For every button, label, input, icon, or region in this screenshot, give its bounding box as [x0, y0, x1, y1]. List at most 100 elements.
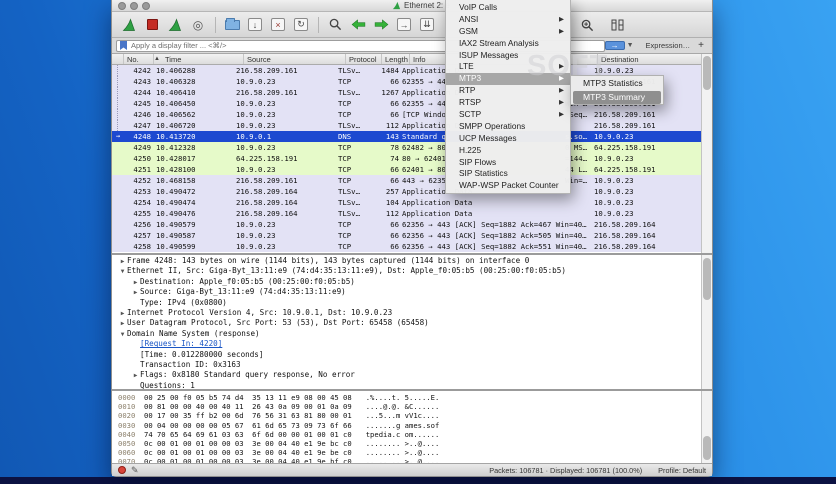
zoom-window-button[interactable] — [142, 2, 150, 10]
detail-line[interactable]: Transaction ID: 0x3163 — [112, 360, 712, 370]
expert-info-icon[interactable] — [118, 466, 126, 474]
detail-line[interactable]: [Request In: 4220] — [112, 339, 712, 349]
restart-capture-icon[interactable] — [164, 16, 186, 34]
detail-line[interactable]: ▶ User Datagram Protocol, Src Port: 53 (5… — [112, 318, 712, 328]
column-header-source[interactable]: Source — [244, 54, 346, 64]
column-header-time[interactable]: Time — [162, 54, 244, 64]
menu-item-h-225[interactable]: H.225 — [446, 145, 570, 157]
column-header-protocol[interactable]: Protocol — [346, 54, 382, 64]
request-in-link[interactable]: [Request In: 4220] — [140, 339, 222, 348]
detail-line[interactable]: Questions: 1 — [112, 381, 712, 389]
menu-item-ucp-messages[interactable]: UCP Messages — [446, 133, 570, 145]
filter-bookmark-icon[interactable] — [120, 41, 127, 50]
title-bar[interactable]: Ethernet 2: e — [112, 0, 712, 12]
menu-item-label: SIP Flows — [459, 156, 497, 167]
packet-row-4251[interactable]: 4251 10.428100 10.9.0.23 TCP 66 62401 → 80 44 … — [112, 164, 712, 175]
close-capture-icon[interactable]: × — [267, 16, 289, 34]
packet-list-scroll-thumb[interactable] — [703, 56, 711, 90]
packet-len: 112 — [385, 121, 399, 130]
packet-no: 4248 — [133, 132, 151, 141]
expand-toggle-icon[interactable]: ▼ — [118, 267, 127, 277]
menu-item-voip-calls[interactable]: VoIP Calls — [446, 2, 570, 14]
capture-options-icon[interactable]: ◎ — [187, 16, 209, 34]
profile-label[interactable]: Profile: Default — [658, 466, 706, 475]
menu-item-isup-messages[interactable]: ISUP Messages — [446, 50, 570, 62]
menu-item-sip-statistics[interactable]: SIP Statistics — [446, 168, 570, 180]
submenu-item-mtp3-summary[interactable]: MTP3 Summary — [573, 90, 661, 104]
expand-toggle-icon[interactable]: ▼ — [118, 330, 127, 340]
menu-item-sctp[interactable]: SCTP ▶ — [446, 109, 570, 121]
hex-scrollbar[interactable] — [701, 391, 712, 463]
capture-comment-icon[interactable]: ✎ — [131, 465, 139, 476]
start-capture-icon[interactable] — [118, 16, 140, 34]
stop-capture-icon[interactable] — [141, 16, 163, 34]
detail-line[interactable]: ▼ Domain Name System (response) — [112, 329, 712, 339]
menu-item-ansi[interactable]: ANSI ▶ — [446, 14, 570, 26]
menu-item-rtsp[interactable]: RTSP ▶ — [446, 97, 570, 109]
go-back-icon[interactable] — [347, 16, 369, 34]
detail-line[interactable]: ▶ Source: Giga-Byt_13:11:e9 (74:d4:35:13:… — [112, 287, 712, 297]
add-filter-button[interactable]: + — [698, 40, 704, 51]
menu-item-iax2-stream-analysis[interactable]: IAX2 Stream Analysis — [446, 38, 570, 50]
packet-row-4253[interactable]: 4253 10.490472 216.58.209.164 TLSv… 257 Appli… — [112, 186, 712, 197]
hex-scroll-thumb[interactable] — [703, 436, 711, 460]
zoom-in-icon[interactable] — [576, 16, 598, 34]
menu-item-sip-flows[interactable]: SIP Flows — [446, 157, 570, 169]
packet-bytes-pane[interactable]: 0000 00 25 00 f0 05 b5 74 d4 35 13 11 e9 … — [112, 389, 712, 463]
detail-line[interactable]: ▶ Destination: Apple_f0:05:b5 (00:25:00:f… — [112, 277, 712, 287]
packet-row-4255[interactable]: 4255 10.490476 216.58.209.164 TLSv… 112 Appli… — [112, 208, 712, 219]
packet-gutter — [112, 230, 124, 241]
menu-item-wap-wsp-packet-counter[interactable]: WAP-WSP Packet Counter — [446, 180, 570, 192]
packet-no: 4256 — [133, 220, 151, 229]
detail-line[interactable]: ▼ Ethernet II, Src: Giga-Byt_13:11:e9 (74… — [112, 266, 712, 276]
menu-item-lte[interactable]: LTE ▶ — [446, 61, 570, 73]
save-capture-icon[interactable]: ↓ — [244, 16, 266, 34]
go-to-packet-icon[interactable]: → — [393, 16, 415, 34]
find-packet-icon[interactable] — [324, 16, 346, 34]
menu-item-rtp[interactable]: RTP ▶ — [446, 85, 570, 97]
go-forward-icon[interactable] — [370, 16, 392, 34]
details-scrollbar[interactable] — [701, 255, 712, 389]
packet-row-4257[interactable]: 4257 10.490587 10.9.0.23 TCP 66 62356 → 443 [… — [112, 230, 712, 241]
close-window-button[interactable] — [118, 2, 126, 10]
column-header-length[interactable]: Length — [382, 54, 410, 64]
reload-capture-icon[interactable]: ↻ — [290, 16, 312, 34]
packet-row-4258[interactable]: 4258 10.490599 10.9.0.23 TCP 66 62356 → 443 [… — [112, 241, 712, 252]
detail-line[interactable]: ▶ Internet Protocol Version 4, Src: 10.9.… — [112, 308, 712, 318]
resize-columns-icon[interactable] — [607, 16, 629, 34]
packet-details-pane[interactable]: ▶ Frame 4248: 143 bytes on wire (1144 bit… — [112, 253, 712, 389]
apply-filter-button[interactable]: → — [604, 41, 625, 50]
submenu-item-mtp3-statistics[interactable]: MTP3 Statistics — [573, 77, 661, 91]
packet-row-4254[interactable]: 4254 10.490474 216.58.209.164 TLSv… 104 Appli… — [112, 197, 712, 208]
packet-row-4250[interactable]: 4250 10.428017 64.225.158.191 TCP 74 80 → 624… — [112, 153, 712, 164]
packet-gutter — [112, 175, 124, 186]
column-header-destination[interactable]: Destination — [598, 54, 712, 64]
detail-line[interactable]: ▶ Frame 4248: 143 bytes on wire (1144 bit… — [112, 256, 712, 266]
packet-row-4246[interactable]: 4246 10.406562 10.9.0.23 TCP 66 [TCP Windo Seq… — [112, 109, 712, 120]
packet-row-4252[interactable]: 4252 10.468158 216.58.209.161 TCP 66 443 → 62… — [112, 175, 712, 186]
column-header-no[interactable]: No. — [124, 54, 154, 64]
auto-scroll-icon[interactable]: ⇊ — [416, 16, 438, 34]
packet-row-4247[interactable]: 4247 10.406720 10.9.0.23 TLSv… 112 Applicatio… — [112, 120, 712, 131]
packet-info-text: Application Data — [402, 209, 473, 218]
packet-row-4256[interactable]: 4256 10.490579 10.9.0.23 TCP 66 62356 → 443 [… — [112, 219, 712, 230]
packet-row-4249[interactable]: 4249 10.412328 10.9.0.23 TCP 78 62482 → 80 0 M… — [112, 142, 712, 153]
open-capture-icon[interactable] — [221, 16, 243, 34]
menu-item-mtp3[interactable]: MTP3 ▶ — [446, 73, 570, 86]
hex-offset: 0020 — [118, 411, 136, 421]
packet-row-4248[interactable]: → 4248 10.413720 10.9.0.1 DNS 143 Standard q s.… — [112, 131, 712, 142]
menu-item-gsm[interactable]: GSM ▶ — [446, 26, 570, 38]
minimize-window-button[interactable] — [130, 2, 138, 10]
detail-line[interactable]: [Time: 0.012280000 seconds] — [112, 350, 712, 360]
packet-list-scrollbar[interactable] — [701, 54, 712, 253]
expression-button[interactable]: Expression… — [646, 41, 691, 50]
details-scroll-thumb[interactable] — [703, 258, 711, 300]
packet-time: 10.468158 — [156, 176, 196, 185]
packet-destination: 216.58.209.164 — [594, 231, 656, 240]
detail-line[interactable]: Type: IPv4 (0x0800) — [112, 298, 712, 308]
detail-line[interactable]: ▶ Flags: 0x8180 Standard query response, … — [112, 370, 712, 380]
packet-len: 143 — [385, 132, 399, 141]
desktop-bottom-strip — [0, 477, 836, 484]
filter-history-caret-icon[interactable]: ▼ — [627, 42, 634, 49]
menu-item-smpp-operations[interactable]: SMPP Operations — [446, 121, 570, 133]
